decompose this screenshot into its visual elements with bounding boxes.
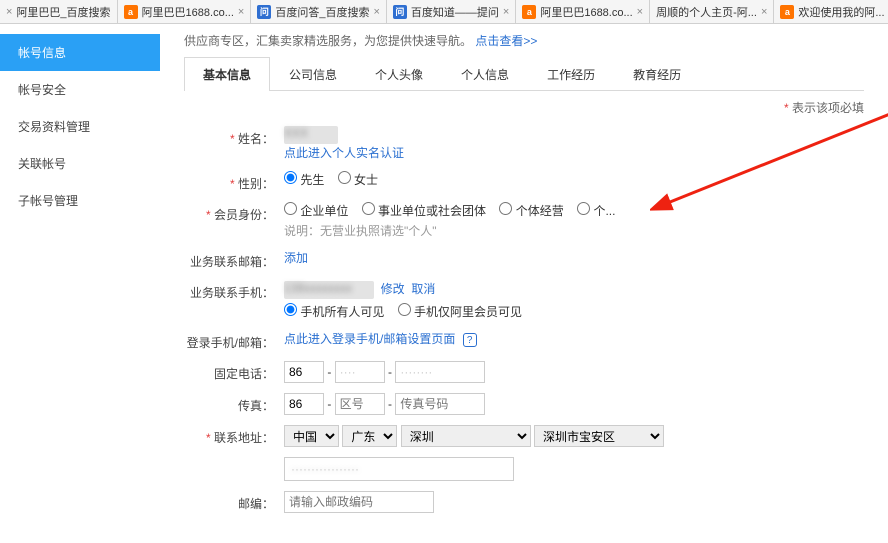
tab-title: 百度知道——提问 bbox=[411, 4, 499, 20]
nav-tab[interactable]: 教育经历 bbox=[614, 57, 700, 91]
address-detail-input[interactable]: ················· bbox=[284, 457, 514, 481]
help-icon[interactable]: ? bbox=[463, 333, 477, 347]
fax-number-input[interactable] bbox=[395, 393, 485, 415]
sidebar: 帐号信息帐号安全交易资料管理关联帐号子帐号管理 bbox=[0, 24, 160, 543]
fax-area-input[interactable] bbox=[335, 393, 385, 415]
nav-tab[interactable]: 个人信息 bbox=[442, 57, 528, 91]
browser-tabs: × 阿里巴巴_百度搜索a 阿里巴巴1688.co... ×问 百度问答_百度搜索… bbox=[0, 0, 888, 24]
biz-email-label: 业务联系邮箱： bbox=[184, 249, 284, 270]
country-select[interactable]: 中国 bbox=[284, 425, 339, 447]
close-icon[interactable]: × bbox=[637, 6, 643, 18]
gender-label: * 性别： bbox=[184, 171, 284, 192]
browser-tab[interactable]: 周顺的个人主页-阿... × bbox=[650, 0, 774, 23]
member-opt-personal[interactable]: 个... bbox=[577, 204, 615, 218]
tip-bar: 供应商专区，汇集卖家精选服务，为您提供快速导航。 点击查看>> bbox=[184, 32, 864, 49]
nav-tab[interactable]: 公司信息 bbox=[270, 57, 356, 91]
login-phone-label: 登录手机/邮箱： bbox=[184, 330, 284, 351]
phone-visibility-group: 手机所有人可见 手机仅阿里会员可见 bbox=[284, 303, 864, 320]
favicon-icon: a bbox=[522, 5, 536, 19]
nav-tab[interactable]: 个人头像 bbox=[356, 57, 442, 91]
close-icon[interactable]: × bbox=[503, 6, 509, 18]
fax-label: 传真： bbox=[184, 393, 284, 414]
tab-title: 阿里巴巴1688.co... bbox=[540, 4, 632, 20]
address-label: * 联系地址： bbox=[184, 425, 284, 446]
tip-link[interactable]: 点击查看>> bbox=[475, 34, 537, 48]
biz-email-add-link[interactable]: 添加 bbox=[284, 251, 308, 265]
fax-cc-input[interactable] bbox=[284, 393, 324, 415]
browser-tab[interactable]: a 阿里巴巴1688.co... × bbox=[516, 0, 650, 23]
landline-area-input[interactable] bbox=[335, 361, 385, 383]
member-hint: 说明：无营业执照请选"个人" bbox=[284, 222, 864, 239]
gender-male[interactable]: 先生 bbox=[284, 173, 324, 187]
landline-number-input[interactable] bbox=[395, 361, 485, 383]
favicon-icon: a bbox=[124, 5, 138, 19]
sidebar-item[interactable]: 帐号安全 bbox=[0, 71, 160, 108]
phone-visible-ali[interactable]: 手机仅阿里会员可见 bbox=[398, 305, 522, 319]
browser-tab[interactable]: × 阿里巴巴_百度搜索 bbox=[0, 0, 118, 23]
name-value: XXX bbox=[284, 126, 338, 144]
nav-tabs: 基本信息公司信息个人头像个人信息工作经历教育经历 bbox=[184, 57, 864, 91]
name-label: * 姓名： bbox=[184, 126, 284, 147]
member-opt-enterprise[interactable]: 企业单位 bbox=[284, 204, 348, 218]
sidebar-item[interactable]: 交易资料管理 bbox=[0, 108, 160, 145]
landline-label: 固定电话： bbox=[184, 361, 284, 382]
favicon-icon: 问 bbox=[257, 5, 271, 19]
annotation-arrow bbox=[650, 94, 888, 224]
tab-title: 百度问答_百度搜索 bbox=[275, 4, 369, 20]
biz-phone-cancel-link[interactable]: 取消 bbox=[411, 282, 435, 296]
close-icon[interactable]: × bbox=[761, 6, 767, 18]
tip-text: 供应商专区，汇集卖家精选服务，为您提供快速导航。 bbox=[184, 34, 472, 48]
phone-visible-all[interactable]: 手机所有人可见 bbox=[284, 305, 384, 319]
member-opt-institution[interactable]: 事业单位或社会团体 bbox=[362, 204, 486, 218]
login-phone-link[interactable]: 点此进入登录手机/邮箱设置页面 bbox=[284, 332, 455, 346]
tab-title: 欢迎使用我的阿... bbox=[798, 4, 884, 20]
close-icon[interactable]: × bbox=[238, 6, 244, 18]
tab-title: 周顺的个人主页-阿... bbox=[656, 4, 757, 20]
nav-tab[interactable]: 工作经历 bbox=[528, 57, 614, 91]
sidebar-item[interactable]: 关联帐号 bbox=[0, 145, 160, 182]
browser-tab[interactable]: 问 百度问答_百度搜索 × bbox=[251, 0, 387, 23]
postcode-input[interactable] bbox=[284, 491, 434, 513]
favicon-icon: a bbox=[780, 5, 794, 19]
sidebar-item[interactable]: 帐号信息 bbox=[0, 34, 160, 71]
member-label: * 会员身份： bbox=[184, 202, 284, 223]
browser-tab[interactable]: a 欢迎使用我的阿... × bbox=[774, 0, 888, 23]
favicon-icon: 问 bbox=[393, 5, 407, 19]
nav-tab[interactable]: 基本信息 bbox=[184, 57, 270, 91]
tab-title: 阿里巴巴1688.co... bbox=[142, 4, 234, 20]
city-select[interactable]: 深圳 bbox=[401, 425, 531, 447]
close-icon[interactable]: × bbox=[373, 6, 379, 18]
main-panel: 供应商专区，汇集卖家精选服务，为您提供快速导航。 点击查看>> 基本信息公司信息… bbox=[160, 24, 888, 543]
tab-title: 阿里巴巴_百度搜索 bbox=[16, 4, 110, 20]
gender-female[interactable]: 女士 bbox=[338, 173, 378, 187]
browser-tab[interactable]: a 阿里巴巴1688.co... × bbox=[118, 0, 252, 23]
browser-tab[interactable]: 问 百度知道——提问 × bbox=[387, 0, 516, 23]
biz-phone-edit-link[interactable]: 修改 bbox=[381, 282, 405, 296]
landline-cc-input[interactable] bbox=[284, 361, 324, 383]
biz-phone-value: 138xxxxxxxx bbox=[284, 281, 374, 299]
province-select[interactable]: 广东 bbox=[342, 425, 397, 447]
district-select[interactable]: 深圳市宝安区 bbox=[534, 425, 664, 447]
sidebar-item[interactable]: 子帐号管理 bbox=[0, 182, 160, 219]
close-icon[interactable]: × bbox=[6, 6, 12, 18]
real-name-auth-link[interactable]: 点此进入个人实名认证 bbox=[284, 146, 404, 160]
biz-phone-label: 业务联系手机： bbox=[184, 280, 284, 301]
member-opt-individual-biz[interactable]: 个体经营 bbox=[499, 204, 563, 218]
postcode-label: 邮编： bbox=[184, 491, 284, 512]
